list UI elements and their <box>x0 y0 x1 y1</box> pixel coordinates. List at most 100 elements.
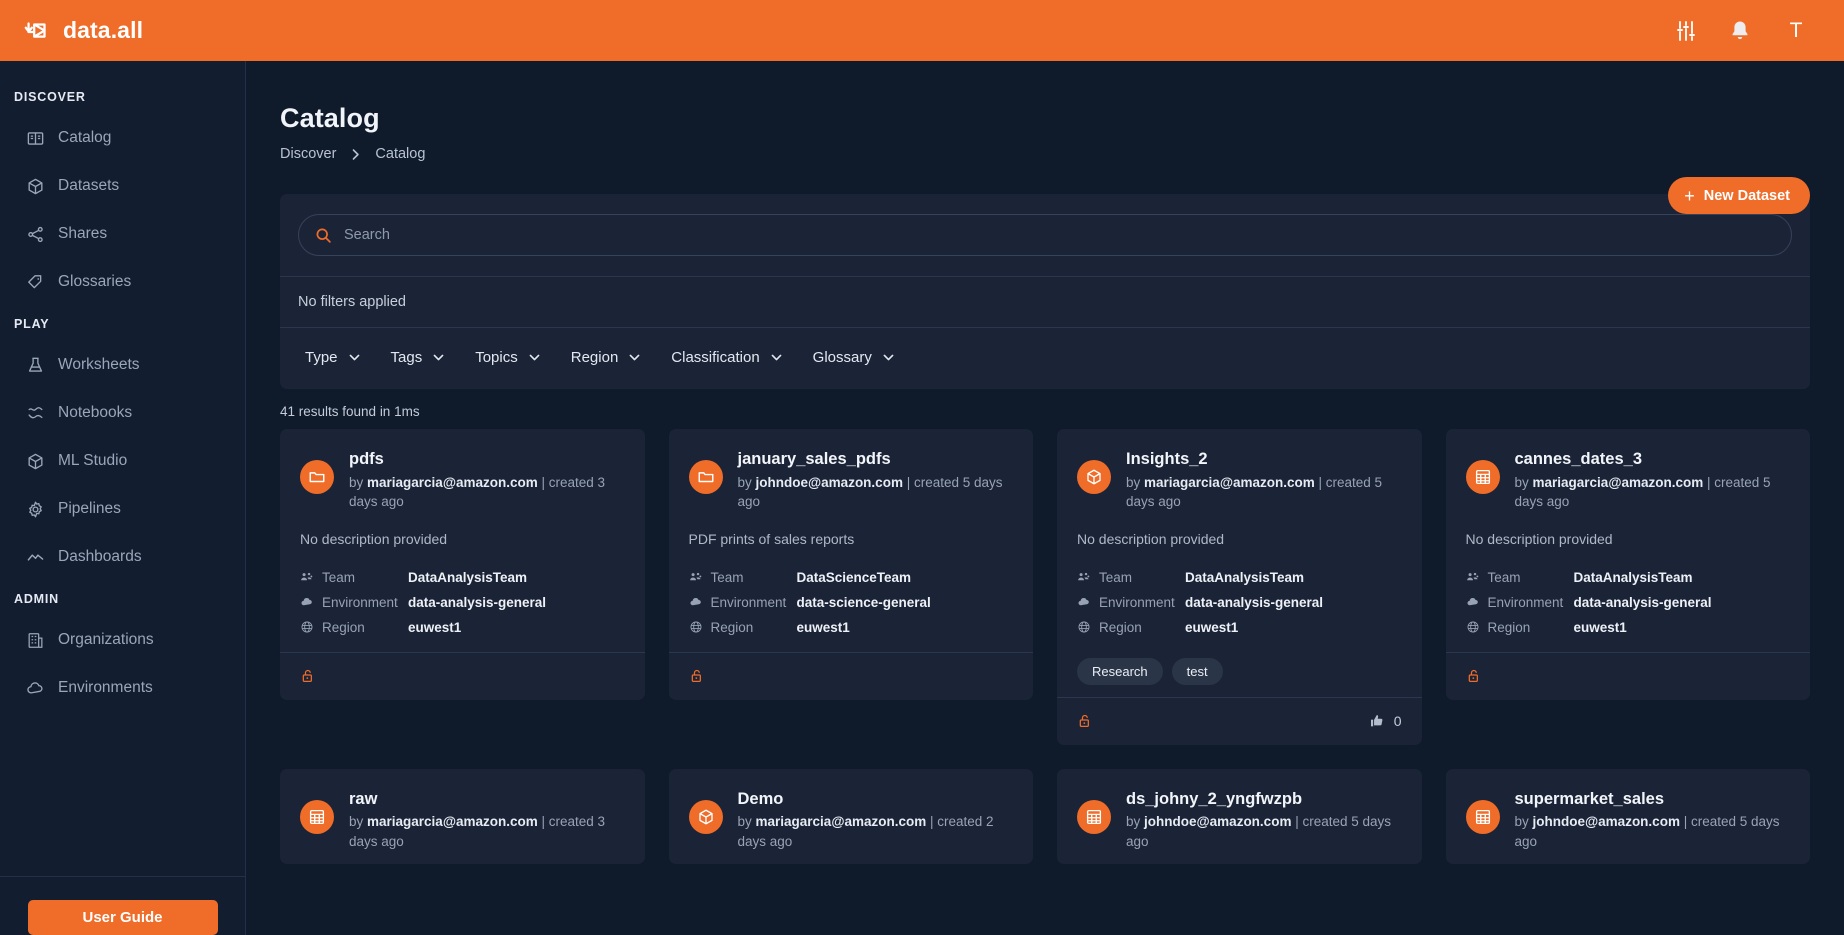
plus-icon: + <box>1684 185 1695 206</box>
meta-label: Region <box>322 619 365 635</box>
new-dataset-button[interactable]: + New Dataset <box>1668 177 1810 214</box>
sidebar-item-ml-studio[interactable]: ML Studio <box>0 437 245 485</box>
filter-glossary[interactable]: Glossary <box>802 342 906 373</box>
sidebar-item-shares[interactable]: Shares <box>0 210 245 258</box>
avatar[interactable]: T <box>1782 19 1810 43</box>
unlocked-icon[interactable] <box>1077 713 1093 729</box>
meta-key-region: Region <box>689 620 797 635</box>
card-author: johndoe@amazon.com <box>755 474 903 490</box>
cube-icon <box>688 799 723 834</box>
chevron-down-icon <box>349 354 359 361</box>
sidebar-item-catalog[interactable]: Catalog <box>0 114 245 162</box>
team-icon <box>1466 570 1480 584</box>
dataset-card[interactable]: ds_johny_2_yngfwzpbby johndoe@amazon.com… <box>1057 768 1422 864</box>
card-subtitle: by johndoe@amazon.com | created 5 days a… <box>1126 814 1392 849</box>
card-title[interactable]: supermarket_sales <box>1515 789 1791 810</box>
meta-label: Team <box>1099 569 1133 585</box>
unlocked-icon[interactable] <box>689 668 705 684</box>
card-description: PDF prints of sales reports <box>688 530 855 547</box>
filters-applied-text: No filters applied <box>298 294 406 310</box>
meta-row-region: Region euwest1 <box>1077 615 1402 640</box>
sidebar-item-label: ML Studio <box>58 452 128 470</box>
building-icon <box>28 632 43 648</box>
dataset-card[interactable]: Insights_2by mariagarcia@amazon.com | cr… <box>1057 429 1422 745</box>
card-header-text: Demo by mariagarcia@amazon.com | created … <box>738 789 1014 852</box>
dataset-card[interactable]: cannes_dates_3by mariagarcia@amazon.com … <box>1445 429 1810 700</box>
filter-label: Topics <box>475 349 518 366</box>
tag-chip[interactable]: test <box>1171 657 1223 685</box>
card-body: Demo by mariagarcia@amazon.com | created … <box>669 769 1034 864</box>
unlocked-icon[interactable] <box>1466 668 1482 684</box>
sidebar-item-label: Pipelines <box>58 500 121 518</box>
filter-type[interactable]: Type <box>294 342 372 373</box>
card-title[interactable]: raw <box>349 789 625 810</box>
sidebar-item-organizations[interactable]: Organizations <box>0 616 245 664</box>
breadcrumb-discover[interactable]: Discover <box>280 146 336 162</box>
breadcrumb-catalog[interactable]: Catalog <box>375 146 425 162</box>
meta-key-region: Region <box>1466 620 1574 635</box>
sidebar-item-environments[interactable]: Environments <box>0 664 245 712</box>
card-title[interactable]: ds_johny_2_yngfwzpb <box>1126 789 1402 810</box>
dataset-card[interactable]: raw by mariagarcia@amazon.com | created 3… <box>280 768 645 864</box>
dataset-card[interactable]: january_sales_pdfs by johndoe@amazon.com … <box>668 429 1033 700</box>
card-footer <box>668 651 1033 700</box>
folder-icon <box>300 460 334 494</box>
bell-icon[interactable] <box>1728 19 1752 43</box>
card-title[interactable]: pdfs <box>349 449 625 470</box>
card-subtitle: by mariagarcia@amazon.com | created 5 da… <box>1514 474 1771 510</box>
sidebar-item-label: Shares <box>58 225 108 243</box>
card-subtitle: by mariagarcia@amazon.com | created 2 da… <box>737 814 994 849</box>
sidebar-item-datasets[interactable]: Datasets <box>0 162 245 210</box>
team-icon <box>300 570 314 584</box>
sidebar-item-glossaries[interactable]: Glossaries <box>0 258 245 306</box>
brand-name: data.all <box>63 17 144 43</box>
unlocked-icon[interactable] <box>300 668 316 684</box>
sidebar-item-notebooks[interactable]: Notebooks <box>0 389 245 437</box>
dataset-card[interactable]: supermarket_sales by johndoe@amazon.com |… <box>1445 768 1811 864</box>
card-subtitle: by mariagarcia@amazon.com | created 5 da… <box>1126 474 1383 510</box>
sidebar-section-discover: DISCOVER <box>14 90 86 104</box>
card-author: johndoe@amazon.com <box>1144 814 1292 830</box>
search-box[interactable] <box>298 214 1792 256</box>
cloud-icon <box>1077 595 1091 609</box>
sliders-icon[interactable] <box>1674 19 1698 43</box>
meta-key-region: Region <box>300 620 408 635</box>
card-title[interactable]: cannes_dates_3 <box>1515 449 1791 470</box>
dataset-card[interactable]: pdfs by mariagarcia@amazon.com | created … <box>280 429 645 700</box>
filter-region[interactable]: Region <box>560 342 653 373</box>
cube-icon <box>28 453 43 469</box>
meta-key-team: Team <box>300 570 408 585</box>
card-header: Demo by mariagarcia@amazon.com | created … <box>688 789 1014 852</box>
filter-label: Glossary <box>812 349 872 366</box>
meta-label: Team <box>322 569 356 585</box>
sidebar-item-pipelines[interactable]: Pipelines <box>0 485 245 533</box>
main-content: Catalog Discover Catalog + New Dataset N… <box>246 61 1844 935</box>
filter-topics[interactable]: Topics <box>464 342 552 373</box>
card-header-text: raw by mariagarcia@amazon.com | created 3… <box>349 789 625 852</box>
meta-key-region: Region <box>1077 620 1185 635</box>
meta-row-environment: Environment data-analysis-general <box>1466 590 1791 615</box>
user-guide-button[interactable]: User Guide <box>27 900 218 935</box>
card-title[interactable]: Insights_2 <box>1126 449 1402 470</box>
tag-chip[interactable]: Research <box>1077 657 1163 685</box>
meta-row-region: Region euwest1 <box>689 615 1014 640</box>
brand[interactable]: data.all <box>22 16 143 46</box>
card-title[interactable]: Demo <box>738 789 1014 810</box>
filter-tags[interactable]: Tags <box>380 342 457 373</box>
meta-label: Environment <box>322 594 398 610</box>
folder-icon <box>688 460 723 494</box>
meta-key-team: Team <box>1466 570 1574 585</box>
sidebar-item-dashboards[interactable]: Dashboards <box>0 533 245 581</box>
meta-value-team: DataScienceTeam <box>796 569 912 585</box>
card-author: mariagarcia@amazon.com <box>367 474 538 490</box>
upvote-control[interactable]: 0 <box>1369 713 1402 729</box>
search-input[interactable] <box>344 227 1775 243</box>
card-body: supermarket_sales by johndoe@amazon.com |… <box>1446 769 1811 864</box>
filter-classification[interactable]: Classification <box>660 342 793 373</box>
card-body: ds_johny_2_yngfwzpbby johndoe@amazon.com… <box>1057 769 1422 864</box>
card-title[interactable]: january_sales_pdfs <box>738 449 1014 470</box>
sidebar-item-worksheets[interactable]: Worksheets <box>0 341 245 389</box>
card-footer: 0 <box>1057 696 1422 745</box>
meta-row-team: Team DataScienceTeam <box>689 565 1014 590</box>
dataset-card[interactable]: Demo by mariagarcia@amazon.com | created … <box>668 768 1034 864</box>
